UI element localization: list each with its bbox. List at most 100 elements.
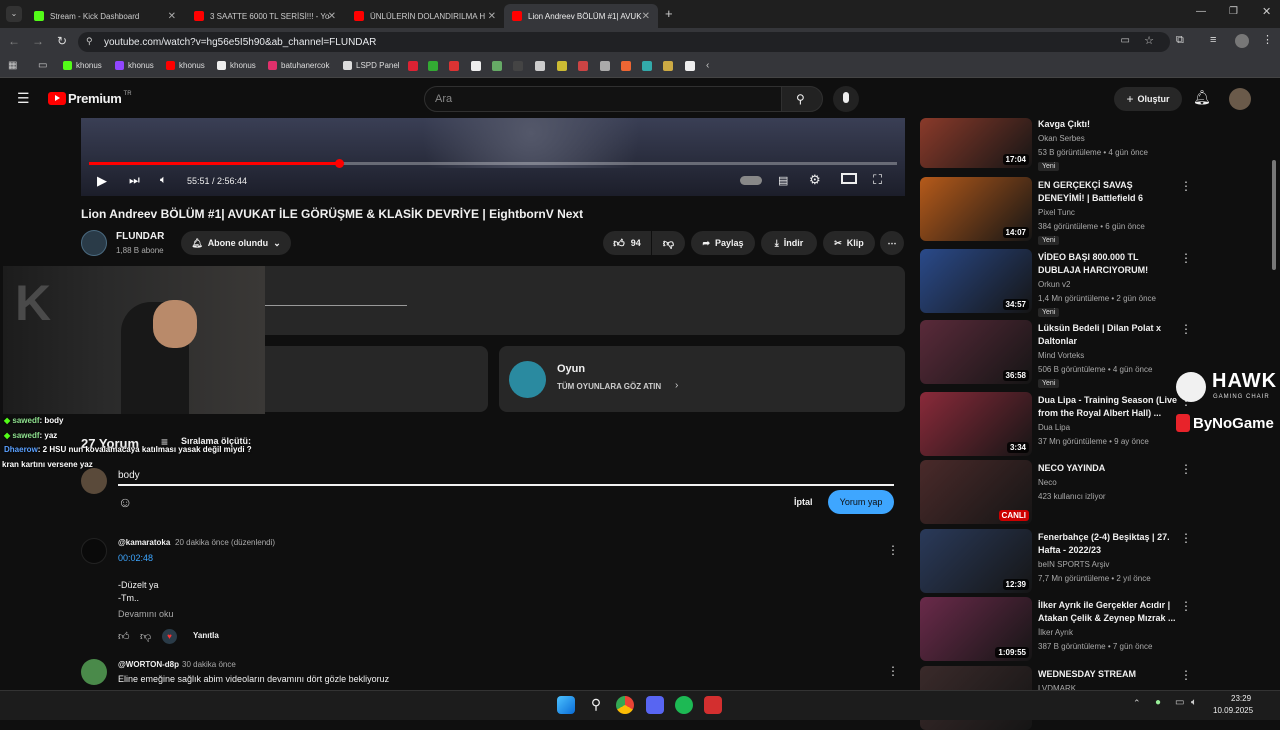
video-title[interactable]: VİDEO BAŞI 800.000 TL DUBLAJA HARCIYORUM… bbox=[1038, 251, 1178, 277]
video-title[interactable]: EN GERÇEKÇİ SAVAŞ DENEYİMİ! | Battlefiel… bbox=[1038, 179, 1178, 205]
video-menu-icon[interactable]: ⋮ bbox=[1180, 531, 1192, 545]
comment-author[interactable]: @WORTON-d8p bbox=[118, 660, 179, 669]
close-icon[interactable]: ✕ bbox=[488, 11, 496, 22]
theater-mode-icon[interactable] bbox=[841, 173, 857, 184]
hamburger-menu-icon[interactable]: ☰ bbox=[17, 90, 30, 107]
comment-menu-icon[interactable]: ⋮ bbox=[887, 664, 899, 678]
comment-like-icon[interactable]: 👍︎ bbox=[118, 630, 130, 643]
video-menu-icon[interactable]: ⋮ bbox=[1180, 599, 1192, 613]
chrome-icon[interactable] bbox=[616, 696, 634, 714]
bookmark-icon[interactable] bbox=[557, 61, 567, 71]
close-icon[interactable]: ✕ bbox=[642, 11, 650, 22]
comment-dislike-icon[interactable]: 👎︎ bbox=[140, 630, 151, 643]
settings-gear-icon[interactable]: ⚙ bbox=[809, 172, 821, 188]
bookmark-icon[interactable] bbox=[428, 61, 438, 71]
youtube-premium-logo[interactable]: Premium TR bbox=[48, 91, 132, 106]
site-info-icon[interactable]: ⚲ bbox=[86, 36, 93, 47]
video-thumbnail[interactable]: 12:39 bbox=[920, 529, 1032, 593]
clock-date[interactable]: 10.09.2025 bbox=[1213, 706, 1253, 715]
back-icon[interactable]: ← bbox=[8, 34, 20, 48]
tab-3-saatte[interactable]: 3 SAATTE 6000 TL SERİSİ!!! - Yo ✕ bbox=[186, 4, 344, 28]
emoji-icon[interactable]: ☺ bbox=[118, 494, 132, 510]
video-channel[interactable]: Pixel Tunc bbox=[1038, 208, 1075, 217]
video-title[interactable]: Dua Lipa - Training Season (Live from th… bbox=[1038, 394, 1178, 420]
omnibox[interactable]: ⚲ youtube.com/watch?v=hg56e5I5h90&ab_cha… bbox=[78, 32, 1170, 52]
video-thumbnail[interactable]: 3:34 bbox=[920, 392, 1032, 456]
play-icon[interactable]: ▶ bbox=[97, 173, 107, 189]
video-thumbnail[interactable]: CANLI bbox=[920, 460, 1032, 524]
bookmark-icon[interactable] bbox=[535, 61, 545, 71]
video-title[interactable]: NECO YAYINDA bbox=[1038, 462, 1178, 475]
search-icon[interactable]: ⚲ bbox=[587, 696, 605, 714]
commenter-avatar[interactable] bbox=[81, 659, 107, 685]
bookmark-icon[interactable] bbox=[449, 61, 459, 71]
progress-track[interactable] bbox=[89, 159, 897, 168]
game-card[interactable]: Oyun TÜM OYUNLARA GÖZ ATIN › bbox=[499, 346, 905, 412]
minimize-button[interactable]: — bbox=[1196, 6, 1206, 17]
create-button[interactable]: + Oluştur bbox=[1114, 87, 1182, 111]
reply-button[interactable]: Yanıtla bbox=[193, 631, 219, 640]
bookmark-icon[interactable] bbox=[600, 61, 610, 71]
channel-avatar[interactable] bbox=[81, 230, 107, 256]
close-icon[interactable]: ✕ bbox=[168, 11, 176, 22]
bookmark-khonus-youtube[interactable]: khonus bbox=[166, 61, 205, 70]
cast-icon[interactable]: ▭ bbox=[1121, 35, 1130, 46]
video-menu-icon[interactable]: ⋮ bbox=[1180, 251, 1192, 265]
bookmark-icon[interactable] bbox=[685, 61, 695, 71]
bookmark-icon[interactable] bbox=[408, 61, 418, 71]
bookmark-khonus-x[interactable]: khonus bbox=[217, 61, 256, 70]
submit-comment-button[interactable]: Yorum yap bbox=[828, 490, 894, 514]
window-close-button[interactable]: ✕ bbox=[1262, 5, 1271, 18]
video-thumbnail[interactable]: 36:58 bbox=[920, 320, 1032, 384]
discord-icon[interactable] bbox=[646, 696, 664, 714]
video-player[interactable]: ▶ ⏭︎ 🔈︎ 55:51 / 2:56:44 ▤ ⚙ ⛶ bbox=[81, 118, 905, 196]
bookmark-lspd-panel[interactable]: LSPD Panel bbox=[343, 61, 400, 70]
browse-games-link[interactable]: TÜM OYUNLARA GÖZ ATIN bbox=[557, 382, 661, 391]
comment-timestamp-link[interactable]: 00:02:48 bbox=[118, 553, 153, 563]
video-channel[interactable]: Mind Vorteks bbox=[1038, 351, 1084, 360]
video-channel[interactable]: beIN SPORTS Arşiv bbox=[1038, 560, 1109, 569]
tray-chevron-icon[interactable]: ⌃ bbox=[1133, 698, 1141, 709]
video-thumbnail[interactable]: 17:04 bbox=[920, 118, 1032, 168]
extensions-icon[interactable]: ⧉ bbox=[1176, 34, 1184, 47]
comment-author[interactable]: @kamaratoka bbox=[118, 538, 170, 547]
bookmark-icon[interactable] bbox=[578, 61, 588, 71]
close-icon[interactable]: ✕ bbox=[328, 11, 336, 22]
video-menu-icon[interactable]: ⋮ bbox=[1180, 462, 1192, 476]
dislike-button[interactable]: 👎︎ bbox=[652, 231, 685, 255]
volume-icon[interactable]: 🔈︎ bbox=[1191, 697, 1197, 708]
folder-icon[interactable]: ▭ bbox=[38, 60, 47, 71]
new-tab-button[interactable]: + bbox=[665, 6, 673, 21]
download-button[interactable]: ⤓ İndir bbox=[761, 231, 817, 255]
apps-grid-icon[interactable]: ▦ bbox=[8, 60, 17, 71]
reading-list-icon[interactable]: ≡ bbox=[1210, 34, 1216, 46]
search-button[interactable]: ⚲ bbox=[781, 86, 823, 112]
account-avatar[interactable] bbox=[1229, 88, 1251, 110]
video-title[interactable]: Kavga Çıktı! bbox=[1038, 118, 1178, 131]
like-button[interactable]: 👍︎ 94 bbox=[603, 231, 651, 255]
video-title[interactable]: Lüksün Bedeli | Dilan Polat x Daltonlar bbox=[1038, 322, 1178, 348]
voice-search-button[interactable] bbox=[833, 86, 859, 112]
video-menu-icon[interactable]: ⋮ bbox=[1180, 179, 1192, 193]
more-actions-button[interactable]: ⋯ bbox=[880, 231, 904, 255]
fullscreen-icon[interactable]: ⛶ bbox=[873, 172, 882, 188]
volume-icon[interactable]: 🔈︎ bbox=[160, 174, 167, 187]
share-button[interactable]: ➦ Paylaş bbox=[691, 231, 755, 255]
video-thumbnail[interactable]: 14:07 bbox=[920, 177, 1032, 241]
tab-lion-andreev[interactable]: Lion Andreev BÖLÜM #1| AVUK ✕ bbox=[504, 4, 658, 28]
video-channel[interactable]: İlker Ayrık bbox=[1038, 628, 1073, 637]
clip-button[interactable]: ✂ Klip bbox=[823, 231, 875, 255]
bookmark-icon[interactable] bbox=[663, 61, 673, 71]
video-channel[interactable]: Orkun v2 bbox=[1038, 280, 1070, 289]
network-icon[interactable]: ▭ bbox=[1175, 697, 1184, 708]
cancel-button[interactable]: İptal bbox=[794, 497, 813, 507]
video-channel[interactable]: Okan Serbes bbox=[1038, 134, 1085, 143]
tab-kick-dashboard[interactable]: Stream - Kick Dashboard ✕ bbox=[26, 4, 184, 28]
menu-icon[interactable]: ⋮ bbox=[1262, 33, 1273, 46]
video-title[interactable]: İlker Ayrık ile Gerçekler Acıdır | Ataka… bbox=[1038, 599, 1178, 625]
video-menu-icon[interactable]: ⋮ bbox=[1180, 322, 1192, 336]
bookmark-icon[interactable] bbox=[621, 61, 631, 71]
windows-start-icon[interactable] bbox=[557, 696, 575, 714]
autoplay-toggle[interactable] bbox=[740, 176, 762, 185]
comment-input[interactable]: body bbox=[118, 470, 140, 481]
